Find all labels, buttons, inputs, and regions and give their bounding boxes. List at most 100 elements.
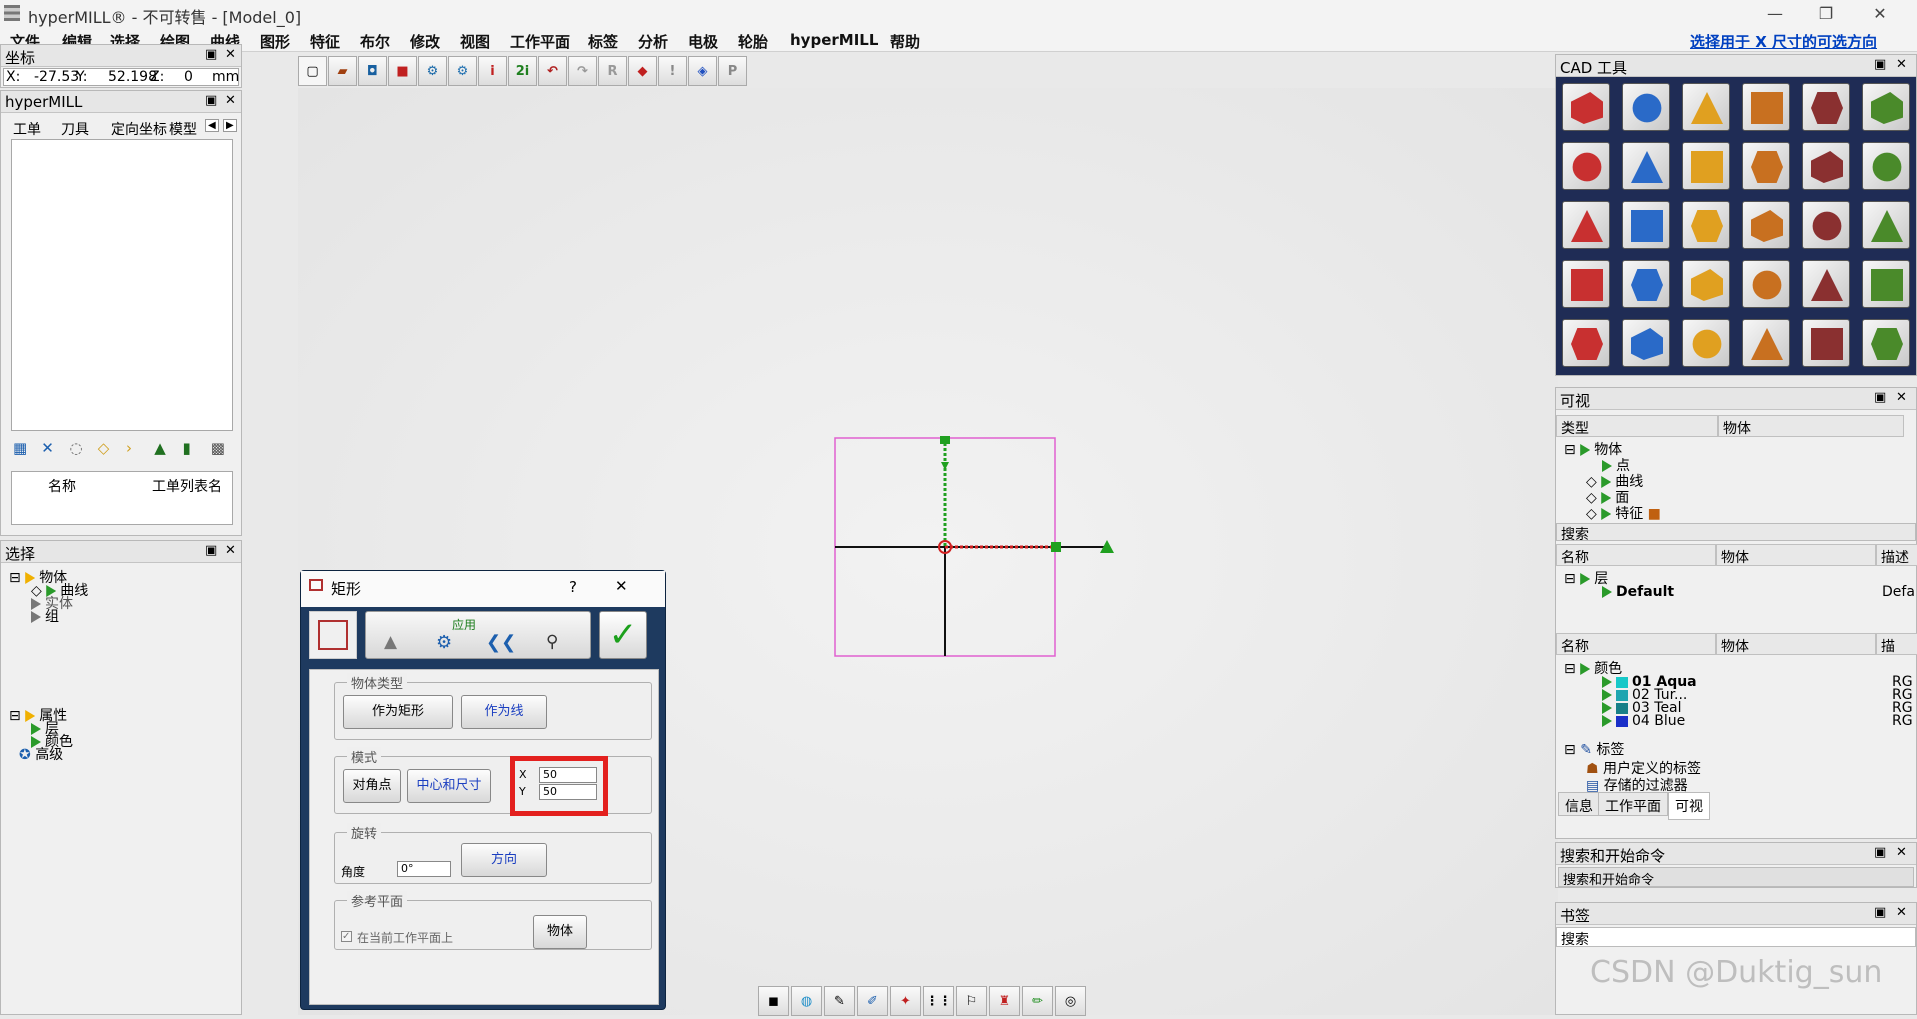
menu-modify[interactable]: 修改: [410, 31, 440, 52]
star-info-icon[interactable]: [1742, 83, 1790, 131]
surface-info-icon[interactable]: [1682, 83, 1730, 131]
close-button[interactable]: ✕: [1860, 2, 1900, 26]
saved-filters-row[interactable]: ▤ 存储的过滤器: [1586, 775, 1916, 794]
rectangle-icon[interactable]: [1862, 142, 1910, 190]
circle-r-icon[interactable]: [1562, 201, 1610, 249]
layer-col-object[interactable]: 物体: [1716, 544, 1876, 566]
cup-icon[interactable]: [1742, 260, 1790, 308]
menu-help[interactable]: 帮助: [890, 31, 920, 52]
layer-col-desc[interactable]: 描述: [1876, 544, 1917, 566]
sphere-icon[interactable]: ◎: [1055, 986, 1086, 1016]
delete-icon[interactable]: ✕: [41, 439, 63, 461]
solid-s-icon[interactable]: [1802, 201, 1850, 249]
tab-visible[interactable]: 可视: [1668, 792, 1710, 820]
menu-workplane[interactable]: 工作平面: [510, 31, 570, 52]
box-icon[interactable]: ■: [388, 56, 417, 86]
col-type[interactable]: 类型: [1556, 415, 1718, 437]
zigzag-icon[interactable]: [1622, 201, 1670, 249]
open-icon[interactable]: ▰: [328, 56, 357, 86]
line-surface-icon[interactable]: [1742, 201, 1790, 249]
globe-icon[interactable]: ◍: [791, 986, 822, 1016]
color-item[interactable]: 04 Blue RG: [1602, 713, 1916, 731]
tags-row[interactable]: ⊟ ✎ 标签: [1564, 739, 1916, 758]
pen-icon[interactable]: ✏: [1022, 986, 1053, 1016]
spline-icon[interactable]: [1682, 201, 1730, 249]
solid-icon[interactable]: ◆: [628, 56, 657, 86]
close-icon[interactable]: ✕: [225, 543, 236, 558]
minimize-button[interactable]: —: [1755, 2, 1795, 26]
layer-default[interactable]: Default: [1602, 584, 1916, 602]
search-command-input[interactable]: 搜索和开始命令: [1558, 867, 1914, 888]
col-object[interactable]: 物体: [1718, 415, 1904, 437]
shade-icon[interactable]: ◼: [758, 986, 789, 1016]
plane-icon[interactable]: [1622, 142, 1670, 190]
layer-col-name[interactable]: 名称: [1556, 544, 1716, 566]
setup-icon[interactable]: ⚙: [448, 56, 477, 86]
text-2i-icon[interactable]: [1622, 83, 1670, 131]
as-rectangle-button[interactable]: 作为矩形: [343, 695, 453, 729]
as-line-button[interactable]: 作为线: [461, 695, 547, 729]
sweep-icon[interactable]: [1802, 260, 1850, 308]
ok-check-button[interactable]: ✓: [599, 611, 647, 659]
arrow-icon[interactable]: ›: [126, 439, 148, 461]
surface-yellow-icon[interactable]: [1742, 142, 1790, 190]
draw-icon[interactable]: ✎: [824, 986, 855, 1016]
gear-icon[interactable]: ⚙: [436, 632, 452, 653]
menu-shape[interactable]: 图形: [260, 31, 290, 52]
menu-feature[interactable]: 特征: [310, 31, 340, 52]
float-icon[interactable]: ▣: [1874, 845, 1886, 860]
vis-tree-feature[interactable]: ◇ 特征 ■: [1586, 503, 1916, 522]
tab-jobs[interactable]: 工单: [13, 119, 41, 139]
corner-points-button[interactable]: 对角点: [343, 769, 401, 803]
arc-icon[interactable]: [1802, 83, 1850, 131]
t-beam-icon[interactable]: [1862, 260, 1910, 308]
tree-group[interactable]: 组: [31, 606, 241, 625]
bookmarks-search[interactable]: 搜索: [1556, 927, 1916, 948]
plane-yellow-icon[interactable]: [1562, 260, 1610, 308]
color-col-desc[interactable]: 描: [1876, 633, 1917, 655]
folder-icon[interactable]: ◇: [98, 439, 120, 461]
blue-cube-icon[interactable]: [1862, 319, 1910, 367]
layers-icon[interactable]: ◈: [688, 56, 717, 86]
close-icon[interactable]: ✕: [225, 47, 236, 62]
fold-icon[interactable]: [1682, 260, 1730, 308]
red-box-icon[interactable]: [1562, 319, 1610, 367]
brush-icon[interactable]: ✐: [857, 986, 888, 1016]
step-icon[interactable]: [1622, 319, 1670, 367]
tree-advanced[interactable]: ✪ 高级: [19, 744, 241, 763]
tab-tools[interactable]: 刀具: [61, 119, 89, 139]
workplane-checkbox[interactable]: ✓: [341, 931, 352, 942]
probe-icon[interactable]: ⚲: [546, 632, 558, 652]
dialog-close-button[interactable]: ✕: [615, 577, 628, 595]
tab-workplane[interactable]: 工作平面: [1598, 792, 1668, 816]
info-icon[interactable]: i: [478, 56, 507, 86]
close-icon[interactable]: ✕: [1896, 905, 1907, 920]
visible-icon[interactable]: [1602, 715, 1612, 727]
close-icon[interactable]: ✕: [1896, 390, 1907, 405]
menu-analysis[interactable]: 分析: [638, 31, 668, 52]
report-icon[interactable]: ▩: [211, 439, 233, 461]
tool-icon[interactable]: ♜: [989, 986, 1020, 1016]
tab-scroll-left-icon[interactable]: ◀: [205, 119, 219, 132]
solid-cut-icon[interactable]: [1682, 142, 1730, 190]
undo-icon[interactable]: ↶: [538, 56, 567, 86]
walk-icon[interactable]: ⚐: [956, 986, 987, 1016]
axis-curve-icon[interactable]: [1802, 142, 1850, 190]
visible-search[interactable]: 搜索: [1556, 523, 1916, 543]
reset-icon[interactable]: R: [598, 56, 627, 86]
tab-info[interactable]: 信息: [1558, 792, 1600, 816]
float-icon[interactable]: ▣: [1874, 57, 1886, 72]
curve-d-icon[interactable]: [1562, 142, 1610, 190]
pin-icon[interactable]: ✦: [890, 986, 921, 1016]
tab-scroll-right-icon[interactable]: ▶: [223, 119, 237, 132]
cylinders-icon[interactable]: [1682, 319, 1730, 367]
calc-icon[interactable]: ▲: [154, 439, 176, 461]
new-icon[interactable]: ▢: [298, 56, 327, 86]
gear-icon[interactable]: ⚙: [418, 56, 447, 86]
apply-label[interactable]: 应用: [452, 616, 476, 633]
color-col-object[interactable]: 物体: [1716, 633, 1876, 655]
center-size-button[interactable]: 中心和尺寸: [407, 769, 491, 803]
menu-view[interactable]: 视图: [460, 31, 490, 52]
warning-icon[interactable]: ▲: [384, 632, 397, 652]
help-button[interactable]: ?: [569, 578, 577, 596]
